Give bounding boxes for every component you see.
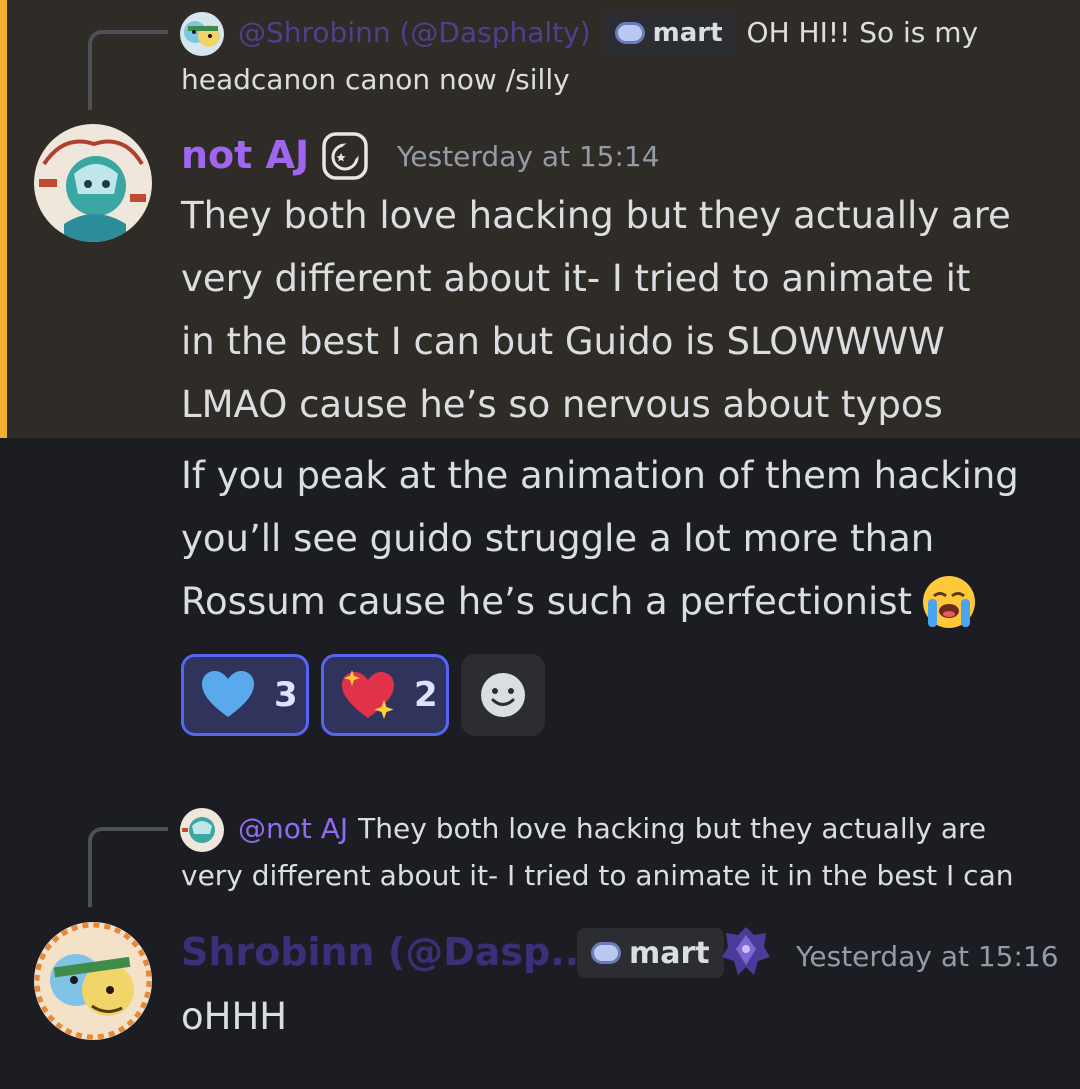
message-body: oHHH: [181, 995, 288, 1038]
guild-tag[interactable]: mart: [577, 928, 724, 978]
guild-tag-label: mart: [629, 935, 710, 971]
timestamp[interactable]: Yesterday at 15:14: [397, 140, 660, 173]
heart-pill-icon: [614, 22, 645, 44]
reaction-count: 2: [414, 675, 438, 715]
reaction-sparkling-heart[interactable]: 2: [321, 654, 449, 736]
message-line: you’ll see guido struggle a lot more tha…: [181, 517, 935, 560]
message-line: in the best I can but Guido is SLOWWWW: [181, 320, 945, 363]
loudly-crying-emoji-icon: [920, 573, 978, 631]
reply-preview-line2[interactable]: very different about it- I tried to anim…: [181, 853, 1013, 899]
reply-author-name[interactable]: @not AJ: [238, 806, 348, 852]
message-line: They both love hacking but they actually…: [181, 194, 1011, 237]
reply-preview-text[interactable]: They both love hacking but they actually…: [358, 806, 986, 852]
reply-header-1[interactable]: @Shrobinn (@Dasphalty) mart OH HI!! So i…: [238, 10, 978, 56]
message-line: Rossum cause he’s such a perfectionist: [181, 570, 1061, 633]
message-line-text: Rossum cause he’s such a perfectionist: [181, 580, 913, 623]
timestamp[interactable]: Yesterday at 15:16: [796, 940, 1059, 973]
moon-badge-icon[interactable]: [320, 130, 372, 182]
message-line: If you peak at the animation of them hac…: [181, 454, 1019, 497]
blue-heart-icon: [200, 670, 256, 720]
reply-preview-line2[interactable]: headcanon canon now /silly: [181, 57, 570, 103]
heart-pill-icon: [591, 942, 621, 964]
reaction-count: 3: [274, 675, 298, 715]
reply-preview-text[interactable]: OH HI!! So is my: [747, 10, 979, 56]
reply-author-name[interactable]: @Shrobinn (@Dasphalty): [238, 10, 591, 56]
sparkling-heart-icon: [340, 668, 396, 722]
message-line: very different about it- I tried to anim…: [181, 257, 971, 300]
mention-highlight-bar: [0, 0, 7, 438]
author-name[interactable]: not AJ: [181, 133, 309, 177]
guild-tag-label: mart: [652, 18, 723, 48]
reaction-blue-heart[interactable]: 3: [181, 654, 309, 736]
message-body-followup: If you peak at the animation of them hac…: [181, 444, 1061, 633]
reply-spine: [88, 827, 168, 907]
reply-avatar[interactable]: [180, 808, 224, 852]
guild-tag[interactable]: mart: [602, 11, 735, 55]
reply-avatar[interactable]: [180, 12, 224, 56]
add-reaction-button[interactable]: [461, 654, 545, 736]
avatar[interactable]: [34, 922, 152, 1040]
reply-header-2[interactable]: @not AJ They both love hacking but they …: [238, 806, 986, 852]
avatar[interactable]: [34, 124, 152, 242]
guild-badge-icon[interactable]: [720, 925, 772, 979]
message-line: LMAO cause he’s so nervous about typos: [181, 383, 943, 426]
smiley-icon: [480, 672, 526, 718]
reply-spine: [88, 30, 168, 110]
author-name[interactable]: Shrobinn (@Dasp...: [181, 930, 594, 974]
message-body: They both love hacking but they actually…: [181, 184, 1061, 436]
